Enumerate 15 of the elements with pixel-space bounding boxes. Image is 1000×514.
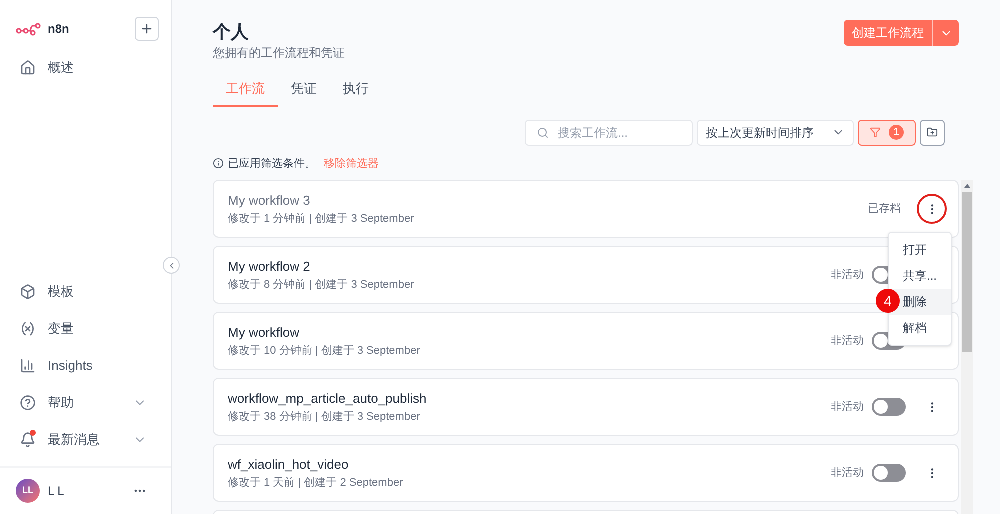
workflow-status: 非活动 [831, 268, 864, 283]
page-subtitle: 您拥有的工作流程和凭证 [213, 45, 345, 62]
workflow-status: 非活动 [831, 334, 864, 349]
workflow-meta: 修改于 1 天前 | 创建于 2 September [228, 476, 404, 490]
user-name: L L [48, 483, 66, 500]
logo-text: n8n [48, 21, 70, 38]
workflow-status: 已存档 [868, 202, 901, 217]
workflow-meta: 修改于 38 分钟前 | 创建于 3 September [228, 410, 422, 424]
workflow-meta: 修改于 10 分钟前 | 创建于 3 September [228, 344, 422, 358]
filter-notice: 已应用筛选条件。 [228, 156, 316, 172]
workflow-status: 非活动 [831, 466, 864, 481]
page-title: 个人 [213, 21, 250, 44]
workflow-meta: 修改于 1 分钟前 | 创建于 3 September [228, 212, 416, 226]
workflow-meta: 修改于 8 分钟前 | 创建于 3 September [228, 278, 416, 292]
workflow-status: 非活动 [831, 400, 864, 415]
